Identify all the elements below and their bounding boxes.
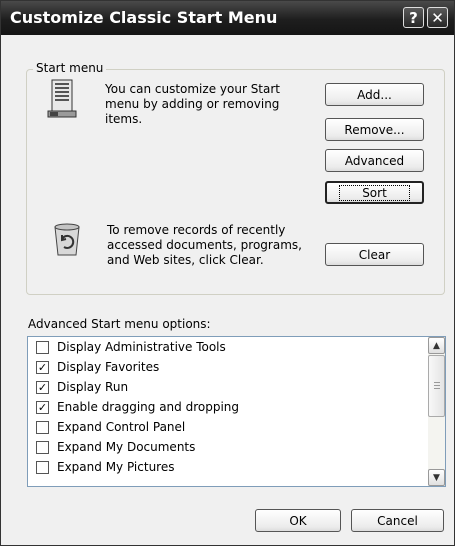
close-button[interactable]: ✕ bbox=[427, 7, 448, 28]
scroll-down-button[interactable]: ▼ bbox=[428, 469, 445, 486]
list-item-label: Display Run bbox=[57, 380, 129, 394]
list-item[interactable]: ✓ Display Run bbox=[36, 377, 128, 397]
customize-description: You can customize your Start menu by add… bbox=[105, 82, 280, 127]
sort-button-label: Sort bbox=[339, 184, 410, 201]
checkbox[interactable]: ✓ bbox=[36, 380, 49, 394]
title-bar[interactable]: Customize Classic Start Menu ? ✕ bbox=[1, 1, 454, 35]
start-menu-icon bbox=[47, 79, 77, 118]
start-menu-group-label: Start menu bbox=[33, 61, 107, 75]
list-item[interactable]: Expand My Documents bbox=[36, 437, 195, 457]
clear-line-1: To remove records of recently bbox=[107, 223, 286, 237]
list-item[interactable]: ✓ Display Favorites bbox=[36, 357, 159, 377]
dialog-window: Customize Classic Start Menu ? ✕ Start m… bbox=[0, 0, 455, 546]
scroll-up-button[interactable]: ▲ bbox=[428, 337, 445, 354]
list-item-label: Expand Control Panel bbox=[57, 420, 186, 434]
advanced-button[interactable]: Advanced bbox=[325, 149, 424, 172]
add-button[interactable]: Add... bbox=[325, 83, 424, 106]
cancel-button[interactable]: Cancel bbox=[351, 509, 444, 532]
checkbox[interactable] bbox=[36, 340, 49, 354]
list-item-label: Display Administrative Tools bbox=[57, 340, 226, 354]
list-item[interactable]: ✓ Enable dragging and dropping bbox=[36, 397, 239, 417]
list-item[interactable]: Expand Control Panel bbox=[36, 417, 185, 437]
checkbox[interactable] bbox=[36, 460, 49, 474]
window-title: Customize Classic Start Menu bbox=[10, 8, 278, 27]
list-item-label: Expand My Pictures bbox=[57, 460, 175, 474]
clear-line-3: and Web sites, click Clear. bbox=[107, 253, 264, 267]
customize-line-2: menu by adding or removing bbox=[105, 97, 280, 111]
advanced-options-label: Advanced Start menu options: bbox=[28, 317, 211, 331]
recycle-bin-icon bbox=[54, 223, 80, 256]
chevron-up-icon: ▲ bbox=[433, 340, 440, 351]
list-item-label: Display Favorites bbox=[57, 360, 160, 374]
help-button[interactable]: ? bbox=[403, 7, 424, 28]
clear-description: To remove records of recently accessed d… bbox=[107, 223, 302, 268]
list-item[interactable]: Display Administrative Tools bbox=[36, 337, 226, 357]
chevron-down-icon: ▼ bbox=[433, 472, 440, 483]
scrollbar-thumb[interactable] bbox=[428, 355, 445, 417]
clear-button[interactable]: Clear bbox=[325, 243, 424, 266]
remove-button[interactable]: Remove... bbox=[325, 118, 424, 141]
list-item-label: Expand My Documents bbox=[57, 440, 196, 454]
vertical-scrollbar[interactable]: ▲ ▼ bbox=[428, 337, 445, 486]
customize-line-1: You can customize your Start bbox=[105, 82, 281, 96]
ok-button[interactable]: OK bbox=[255, 509, 341, 532]
checkbox[interactable]: ✓ bbox=[36, 360, 49, 374]
list-item[interactable]: Expand My Pictures bbox=[36, 457, 174, 477]
checkbox[interactable] bbox=[36, 420, 49, 434]
advanced-options-list[interactable]: Display Administrative Tools ✓ Display F… bbox=[27, 336, 446, 487]
customize-line-3: items. bbox=[105, 112, 143, 126]
checkbox[interactable] bbox=[36, 440, 49, 454]
clear-line-2: accessed documents, programs, bbox=[107, 238, 302, 252]
sort-button[interactable]: Sort bbox=[325, 181, 424, 204]
list-item-label: Enable dragging and dropping bbox=[57, 400, 240, 414]
checkbox[interactable]: ✓ bbox=[36, 400, 49, 414]
